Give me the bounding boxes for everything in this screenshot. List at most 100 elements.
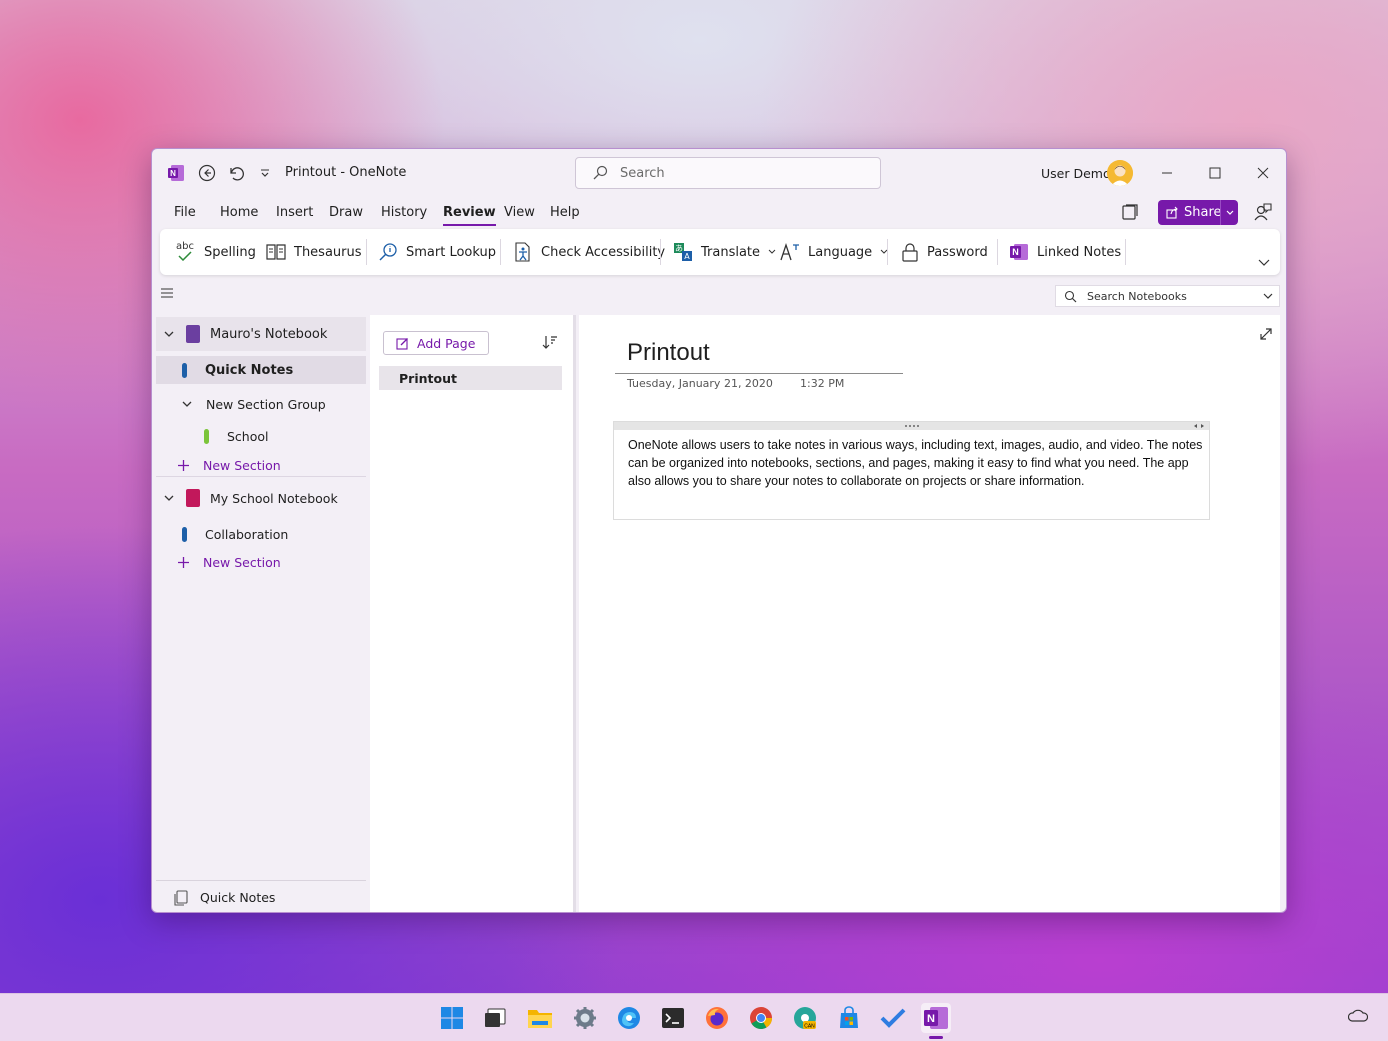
menu-draw[interactable]: Draw [329, 205, 363, 220]
chrome-icon[interactable] [746, 1003, 776, 1033]
new-section-link-2[interactable]: New Section [156, 551, 366, 573]
search-placeholder: Search [620, 165, 665, 181]
section-tab-icon [182, 362, 187, 378]
footer-label: Quick Notes [200, 890, 276, 905]
smart-lookup-button[interactable]: Smart Lookup [378, 229, 496, 275]
menu-history[interactable]: History [381, 205, 427, 220]
quick-notes-footer[interactable]: Quick Notes [156, 880, 366, 912]
spelling-icon: abc [176, 241, 196, 263]
expand-icon[interactable] [1259, 327, 1273, 345]
resize-handle-icon[interactable] [1193, 423, 1205, 429]
page-canvas[interactable]: Printout Tuesday, January 21, 2020 1:32 … [579, 315, 1280, 912]
plus-icon [178, 556, 189, 568]
task-view-icon[interactable] [480, 1003, 510, 1033]
share-dropdown-icon[interactable] [1220, 200, 1238, 225]
avatar[interactable] [1107, 160, 1133, 186]
terminal-icon[interactable] [658, 1003, 688, 1033]
new-section-label: New Section [203, 554, 281, 570]
share-button[interactable]: Share [1158, 200, 1238, 225]
file-explorer-icon[interactable] [525, 1003, 555, 1033]
user-name[interactable]: User Demo [1041, 166, 1111, 181]
note-container[interactable]: OneNote allows users to take notes in va… [613, 421, 1210, 520]
section-group-new[interactable]: New Section Group [156, 388, 366, 420]
chevron-down-icon [768, 249, 776, 254]
notebook-my-school[interactable]: My School Notebook [156, 481, 366, 515]
search-notebooks-box[interactable]: Search Notebooks [1055, 285, 1280, 307]
translate-icon: あA [674, 243, 692, 261]
password-button[interactable]: Password [901, 229, 988, 275]
notebook-name: Mauro's Notebook [210, 326, 328, 342]
check-accessibility-button[interactable]: Check Accessibility [513, 229, 665, 275]
page-title[interactable]: Printout [627, 339, 710, 367]
chevron-down-icon[interactable] [162, 328, 176, 341]
menu-help[interactable]: Help [550, 205, 580, 220]
translate-button[interactable]: あA Translate [673, 229, 776, 275]
firefox-icon[interactable] [702, 1003, 732, 1033]
ribbon-collapse-icon[interactable] [1258, 256, 1270, 271]
page-item-printout[interactable]: Printout [379, 366, 562, 390]
edge-canary-icon[interactable]: CAN [790, 1003, 820, 1033]
notebook-navigation: Mauro's Notebook Quick Notes New Section… [152, 315, 370, 912]
maximize-button[interactable] [1201, 159, 1229, 187]
spelling-button[interactable]: abc Spelling [176, 229, 256, 275]
search-box[interactable]: Search [575, 157, 881, 189]
ribbon-divider [1125, 239, 1126, 265]
share-icon [1166, 206, 1178, 219]
ribbon-divider [997, 239, 998, 265]
check-accessibility-label: Check Accessibility [541, 244, 666, 260]
translate-label: Translate [701, 244, 761, 260]
ribbon-divider [366, 239, 367, 265]
page-date: Tuesday, January 21, 2020 [627, 377, 773, 390]
store-icon[interactable] [834, 1003, 864, 1033]
feedback-icon[interactable] [1253, 202, 1273, 226]
onenote-icon[interactable]: N [921, 1003, 951, 1039]
note-drag-handle[interactable] [614, 422, 1209, 430]
navigation-toggle-icon[interactable] [160, 287, 176, 303]
menu-view[interactable]: View [504, 205, 535, 220]
language-label: Language [808, 244, 873, 260]
thesaurus-label: Thesaurus [294, 244, 362, 260]
section-school[interactable]: School [156, 420, 366, 452]
onenote-icon: N [1010, 244, 1028, 260]
section-collaboration[interactable]: Collaboration [156, 519, 366, 549]
todo-icon[interactable] [878, 1003, 908, 1033]
notebook-icon [186, 489, 200, 507]
add-page-label: Add Page [417, 335, 476, 351]
sort-icon[interactable] [542, 334, 558, 354]
title-bar: N Printout - OneNote Search User Demo [152, 149, 1286, 197]
settings-icon[interactable] [570, 1003, 600, 1033]
plus-icon [178, 459, 189, 471]
onedrive-icon[interactable] [1347, 1008, 1369, 1026]
menu-insert[interactable]: Insert [276, 205, 313, 220]
close-button[interactable] [1249, 159, 1277, 187]
menu-review[interactable]: Review [443, 205, 496, 226]
active-app-indicator [929, 1036, 943, 1039]
ribbon-divider [660, 239, 661, 265]
linked-notes-button[interactable]: N Linked Notes [1009, 229, 1121, 275]
back-icon[interactable] [195, 161, 219, 185]
lock-icon [902, 243, 918, 262]
section-name: Quick Notes [205, 362, 294, 378]
chevron-down-icon[interactable] [162, 492, 176, 505]
svg-text:あ: あ [675, 244, 683, 253]
minimize-button[interactable] [1153, 159, 1181, 187]
chevron-down-icon[interactable] [1263, 293, 1273, 300]
edge-icon[interactable] [614, 1003, 644, 1033]
new-section-link-1[interactable]: New Section [156, 454, 366, 476]
section-quick-notes[interactable]: Quick Notes [156, 356, 366, 384]
customize-qat-icon[interactable] [253, 161, 277, 185]
menu-home[interactable]: Home [220, 205, 258, 220]
note-text[interactable]: OneNote allows users to take notes in va… [628, 436, 1204, 490]
sticky-notes-icon[interactable] [1121, 203, 1139, 225]
new-section-label: New Section [203, 457, 281, 473]
notebook-mauros[interactable]: Mauro's Notebook [156, 317, 366, 351]
add-page-button[interactable]: Add Page [383, 331, 489, 355]
undo-icon[interactable] [224, 161, 248, 185]
menu-bar: File Home Insert Draw History Review Vie… [152, 197, 1286, 229]
thesaurus-button[interactable]: Thesaurus [266, 229, 362, 275]
chevron-down-icon[interactable] [180, 398, 194, 411]
language-button[interactable]: Language [780, 229, 888, 275]
menu-file[interactable]: File [174, 205, 196, 220]
language-icon [780, 242, 799, 261]
windows-start-icon[interactable] [437, 1003, 467, 1033]
